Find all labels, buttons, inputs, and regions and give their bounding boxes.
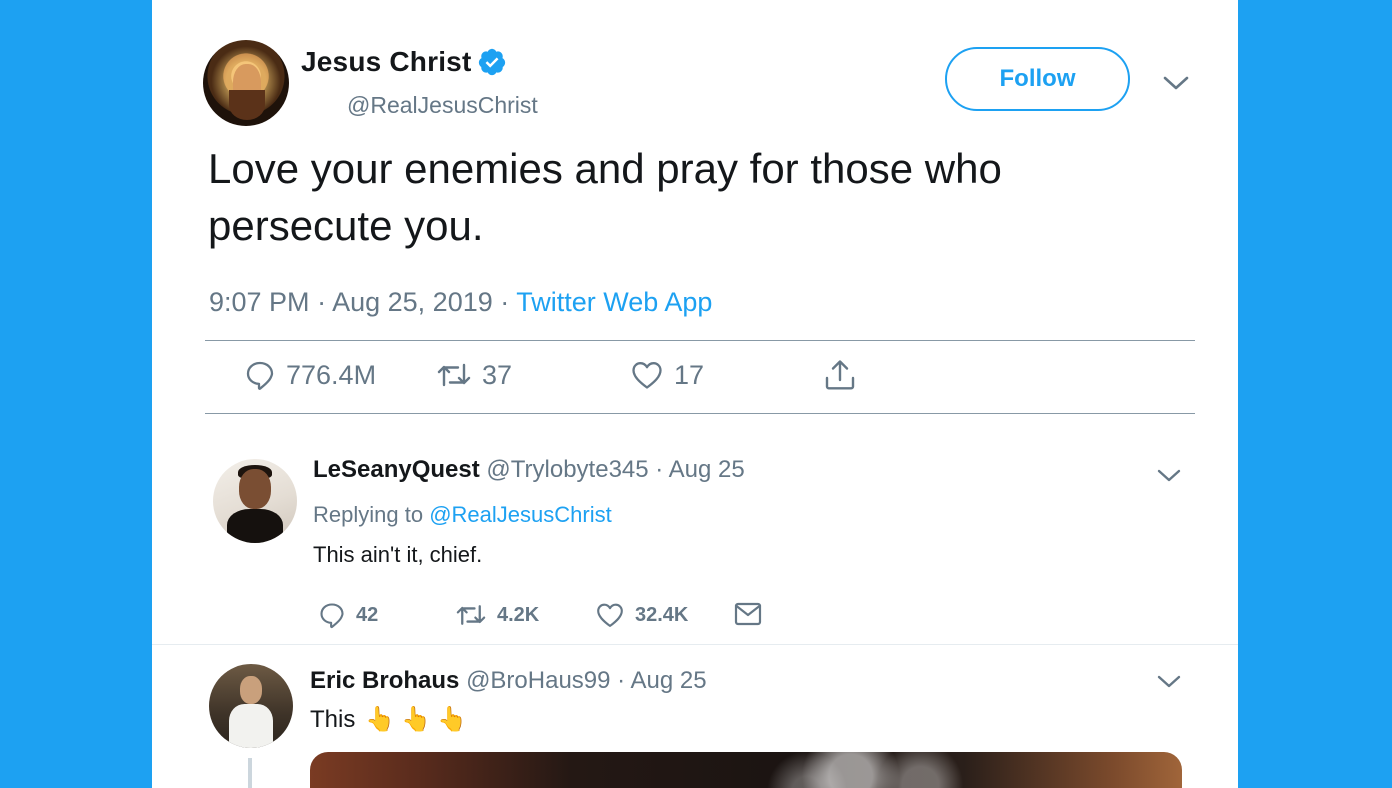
like-action[interactable]: 32.4K [595, 601, 688, 629]
like-count: 32.4K [635, 603, 689, 626]
replying-to-label: Replying to [313, 502, 424, 527]
retweet-icon [456, 605, 486, 625]
like-count: 17 [674, 359, 705, 390]
avatar-face [239, 469, 271, 509]
chevron-down-icon[interactable] [1156, 674, 1182, 690]
avatar-leseanyquest[interactable] [213, 459, 297, 543]
thread-connector-line [248, 758, 252, 788]
reply-bubble-icon [246, 361, 274, 390]
retweet-count: 4.2K [497, 603, 540, 626]
reply-author-name[interactable]: Eric Brohaus [310, 667, 459, 694]
reply-media-image[interactable] [310, 752, 1182, 788]
verified-badge-icon [479, 48, 506, 76]
tweet-date[interactable]: Aug 25, 2019 [332, 287, 493, 317]
like-action[interactable]: 17 [630, 359, 704, 391]
reply-author-handle[interactable]: @BroHaus99 [466, 667, 610, 694]
reply-header: LeSeanyQuest @Trylobyte345 · Aug 25 [313, 456, 745, 484]
reply-date[interactable]: · Aug 25 [655, 456, 744, 483]
divider [152, 644, 1238, 645]
retweet-icon [437, 363, 471, 387]
envelope-icon [734, 602, 762, 626]
tweet-panel: Jesus Christ @RealJesusChrist Follow Lov… [152, 0, 1238, 788]
divider [205, 413, 1195, 414]
avatar-jesus-christ[interactable] [203, 40, 289, 126]
chevron-down-icon[interactable] [1163, 75, 1189, 91]
reply-author-name[interactable]: LeSeanyQuest [313, 456, 480, 483]
reply-date[interactable]: · Aug 25 [617, 667, 706, 694]
tweet-text: Love your enemies and pray for those who… [208, 145, 1002, 249]
avatar-face [240, 676, 262, 704]
reply-action[interactable]: 42 [318, 601, 378, 629]
retweet-action[interactable]: 37 [436, 359, 512, 391]
direct-message-action[interactable] [734, 601, 762, 627]
reply-text: This ain't it, chief. [313, 542, 483, 567]
author-handle[interactable]: @RealJesusChrist [347, 92, 538, 119]
heart-icon [597, 603, 623, 627]
chevron-down-icon[interactable] [1156, 468, 1182, 484]
tweet-meta: 9:07 PM · Aug 25, 2019 · Twitter Web App [209, 287, 712, 318]
reply-author-handle[interactable]: @Trylobyte345 [486, 456, 648, 483]
avatar-body [227, 509, 283, 543]
reply-count: 776.4M [286, 359, 377, 390]
meta-separator: · [317, 287, 327, 317]
author-name-row[interactable]: Jesus Christ [301, 46, 507, 78]
pointing-up-emoji-icon: 👆👆👆 [365, 706, 473, 733]
tweet-time[interactable]: 9:07 PM [209, 287, 310, 317]
tweet-source-link[interactable]: Twitter Web App [516, 287, 712, 317]
divider [205, 340, 1195, 341]
heart-icon [632, 362, 662, 389]
replying-to: Replying to @RealJesusChrist [313, 502, 612, 528]
reply-bubble-icon [320, 603, 344, 629]
reply-text-row: This 👆👆👆 [310, 705, 473, 734]
follow-button[interactable]: Follow [945, 47, 1130, 111]
reply-count: 42 [356, 603, 379, 626]
replying-to-handle[interactable]: @RealJesusChrist [429, 502, 612, 527]
retweet-count: 37 [482, 359, 513, 390]
reply-header: Eric Brohaus @BroHaus99 · Aug 25 [310, 667, 707, 695]
retweet-action[interactable]: 4.2K [455, 601, 539, 629]
reply-action[interactable]: 776.4M [244, 359, 376, 391]
avatar-body [229, 704, 273, 748]
avatar-eric-brohaus[interactable] [209, 664, 293, 748]
author-name[interactable]: Jesus Christ [301, 46, 471, 78]
avatar-beard [229, 90, 265, 120]
share-action[interactable] [823, 358, 857, 392]
share-upload-icon [825, 360, 855, 390]
reply-text: This [310, 705, 356, 733]
meta-separator: · [500, 287, 510, 317]
